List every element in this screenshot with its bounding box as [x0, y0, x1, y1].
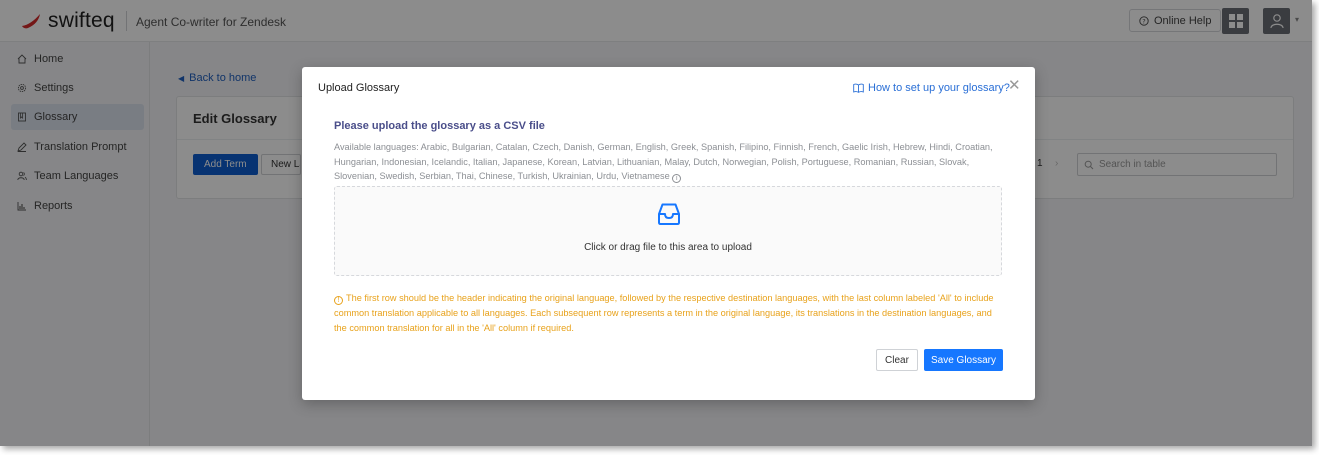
upload-heading: Please upload the glossary as a CSV file — [334, 120, 545, 132]
close-icon[interactable]: ✕ — [1008, 78, 1021, 93]
modal-title: Upload Glossary — [318, 82, 400, 94]
inbox-icon — [658, 203, 680, 225]
save-glossary-button[interactable]: Save Glossary — [924, 349, 1003, 371]
glossary-help-link[interactable]: How to set up your glossary? — [853, 82, 1010, 94]
available-languages: Available languages: Arabic, Bulgarian, … — [334, 140, 1006, 184]
available-languages-text: Available languages: Arabic, Bulgarian, … — [334, 142, 993, 181]
warning-text: The first row should be the header indic… — [334, 293, 994, 333]
upload-glossary-modal: Upload Glossary How to set up your gloss… — [302, 67, 1035, 400]
csv-format-warning: ! The first row should be the header indi… — [334, 291, 1004, 336]
file-upload-dropzone[interactable]: Click or drag file to this area to uploa… — [334, 186, 1002, 276]
dropzone-text: Click or drag file to this area to uploa… — [584, 242, 752, 253]
open-book-icon — [853, 83, 864, 93]
help-link-label: How to set up your glossary? — [868, 82, 1010, 94]
warning-circle-icon: ! — [334, 296, 343, 305]
clear-button[interactable]: Clear — [876, 349, 918, 371]
info-icon[interactable]: i — [672, 174, 682, 183]
app-window: swifteq Agent Co-writer for Zendesk ? On… — [0, 0, 1312, 446]
